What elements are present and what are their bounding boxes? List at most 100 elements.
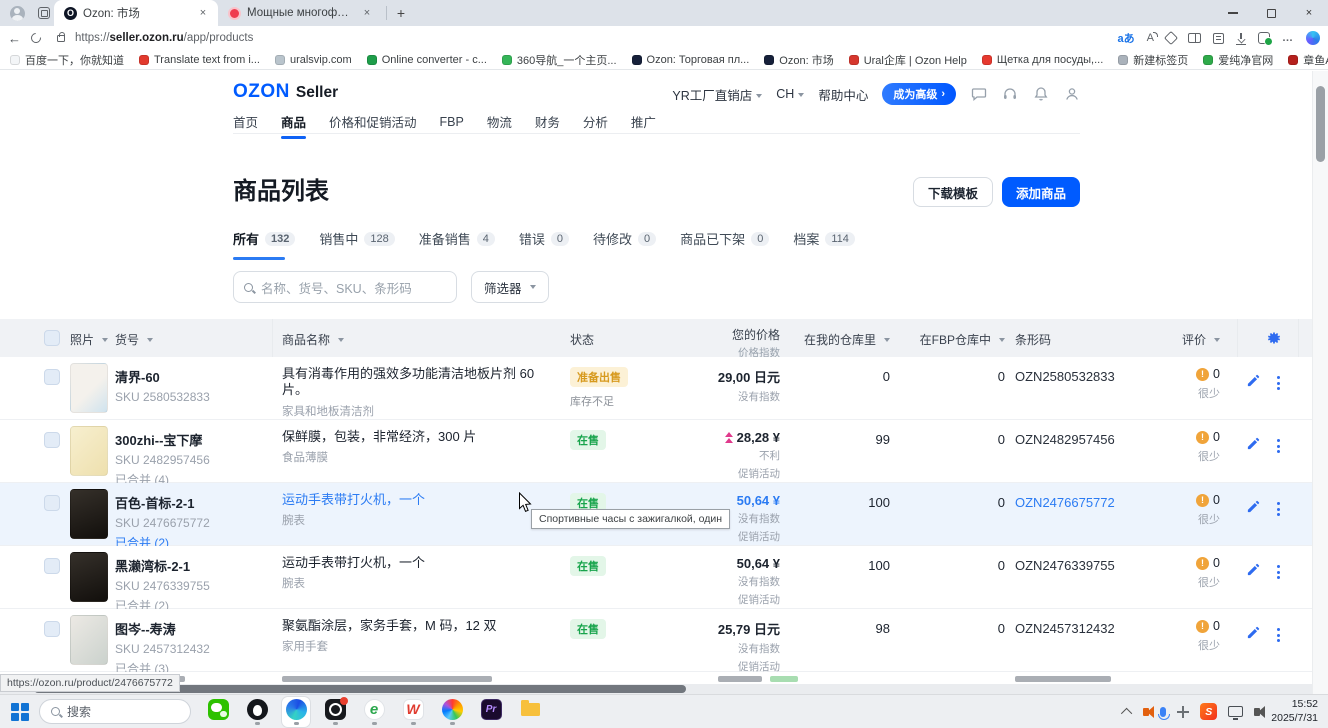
nav-item[interactable]: 推广 xyxy=(631,112,656,139)
speaker-icon[interactable] xyxy=(1143,708,1149,716)
filter-tab[interactable]: 错误 0 xyxy=(519,229,569,260)
barcode-value[interactable]: OZN2580532833 xyxy=(1015,369,1115,384)
taskbar-clock[interactable]: 15:522025/7/31 xyxy=(1271,698,1318,724)
row-menu-button[interactable] xyxy=(1277,565,1280,579)
product-name[interactable]: 运动手表带打火机，一个 xyxy=(282,492,554,508)
wechat-app-button[interactable] xyxy=(204,697,232,727)
bookmark-item[interactable]: 360导航_一个主页... xyxy=(502,52,617,68)
lock-icon[interactable] xyxy=(57,35,65,42)
column-name[interactable]: 商品名称 xyxy=(282,331,344,348)
filter-tab[interactable]: 档案 114 xyxy=(793,229,855,260)
edit-button[interactable] xyxy=(1246,436,1261,456)
filter-tab[interactable]: 所有 132 xyxy=(233,229,295,260)
refresh-button[interactable] xyxy=(29,31,43,45)
download-template-button[interactable]: 下载模板 xyxy=(913,177,993,207)
column-item-code[interactable]: 货号 xyxy=(115,331,153,348)
split-screen-icon[interactable] xyxy=(1188,33,1201,43)
barcode-value[interactable]: OZN2476339755 xyxy=(1015,558,1115,573)
bookmark-item[interactable]: Translate text from i... xyxy=(139,54,260,66)
select-all-checkbox[interactable] xyxy=(44,330,60,346)
store-selector[interactable]: YR工厂直销店 xyxy=(672,85,762,104)
premiere-app-button[interactable]: Pr xyxy=(477,697,505,727)
new-tab-button[interactable]: + xyxy=(391,3,411,23)
copilot-icon[interactable] xyxy=(1306,31,1320,45)
row-checkbox[interactable] xyxy=(44,621,60,637)
become-premium-button[interactable]: 成为高级› xyxy=(882,83,956,105)
product-name[interactable]: 聚氨酯涂层，家务手套，M 码，12 双 xyxy=(282,618,554,634)
edit-button[interactable] xyxy=(1246,499,1261,519)
browser-profile-button[interactable] xyxy=(7,3,27,23)
nav-item[interactable]: 财务 xyxy=(535,112,560,139)
read-aloud-icon[interactable]: A xyxy=(1147,32,1154,44)
filter-tab[interactable]: 商品已下架 0 xyxy=(680,229,769,260)
bookmark-item[interactable]: Ozon: 市场 xyxy=(764,52,833,68)
bookmark-item[interactable]: 章鱼AI xyxy=(1288,52,1328,68)
row-menu-button[interactable] xyxy=(1277,439,1280,453)
taskbar-search[interactable]: 搜索 xyxy=(39,699,191,724)
nav-item[interactable]: 分析 xyxy=(583,112,608,139)
vertical-scrollbar[interactable] xyxy=(1312,71,1328,694)
product-code[interactable]: 300zhi--宝下摩 xyxy=(115,430,265,449)
product-thumbnail[interactable] xyxy=(70,363,108,413)
file-explorer-button[interactable] xyxy=(516,697,544,727)
restore-button[interactable] xyxy=(1252,0,1290,26)
tab-workspaces-button[interactable] xyxy=(34,3,54,23)
ie-browser-button[interactable]: e xyxy=(360,697,388,727)
browser-tab-second[interactable]: Мощные многофункциональны × xyxy=(218,0,382,26)
row-checkbox[interactable] xyxy=(44,432,60,448)
help-center-link[interactable]: 帮助中心 xyxy=(818,85,868,104)
product-code[interactable]: 黑濑湾标-2-1 xyxy=(115,556,265,575)
price-value[interactable]: 50,64 ¥ xyxy=(737,556,780,571)
downloads-icon[interactable] xyxy=(1236,33,1246,43)
color-wheel-app-button[interactable] xyxy=(438,697,466,727)
browser-menu-icon[interactable]: … xyxy=(1282,32,1294,44)
filter-tab[interactable]: 准备销售 4 xyxy=(419,229,495,260)
bookmark-item[interactable]: Online converter - c... xyxy=(367,54,487,66)
filters-button[interactable]: 筛选器 xyxy=(471,271,549,303)
start-button[interactable] xyxy=(10,702,30,722)
promo-link[interactable]: 促销活动 xyxy=(630,529,780,544)
promo-link[interactable]: 促销活动 xyxy=(630,466,780,481)
language-selector[interactable]: CH xyxy=(776,87,804,101)
close-button[interactable]: × xyxy=(1290,0,1328,26)
bookmark-item[interactable]: uralsvip.com xyxy=(275,54,352,66)
product-thumbnail[interactable] xyxy=(70,426,108,476)
bookmark-item[interactable]: 爱纯净官网 xyxy=(1203,52,1273,68)
column-fbp-stock[interactable]: 在FBP仓库中 xyxy=(905,331,1005,348)
tray-expand-icon[interactable] xyxy=(1121,707,1132,718)
minimize-button[interactable] xyxy=(1214,0,1252,26)
edit-button[interactable] xyxy=(1246,373,1261,393)
product-thumbnail[interactable] xyxy=(70,552,108,602)
notifications-button[interactable] xyxy=(1032,86,1049,103)
barcode-value[interactable]: OZN2476675772 xyxy=(1015,495,1115,510)
price-value[interactable]: 50,64 ¥ xyxy=(737,493,780,508)
qq-app-button[interactable] xyxy=(243,697,271,727)
product-thumbnail[interactable] xyxy=(70,489,108,539)
volume-icon[interactable] xyxy=(1254,708,1260,716)
tab-close-icon[interactable]: × xyxy=(360,6,374,20)
chat-button[interactable] xyxy=(970,86,987,103)
filter-tab[interactable]: 销售中 128 xyxy=(319,229,394,260)
barcode-value[interactable]: OZN2457312432 xyxy=(1015,621,1115,636)
product-row[interactable]: 300zhi--宝下摩 SKU 2482957456 已合并 (4) 保鲜膜，包… xyxy=(0,420,1312,483)
capture-icon[interactable] xyxy=(1177,706,1189,718)
product-row[interactable]: 黑濑湾标-2-1 SKU 2476339755 已合并 (2) 运动手表带打火机… xyxy=(0,546,1312,609)
product-row[interactable]: 图岑--寿涛 SKU 2457312432 已合并 (3) 聚氨酯涂层，家务手套… xyxy=(0,609,1312,672)
translate-icon[interactable]: aあ xyxy=(1118,30,1135,46)
price-value[interactable]: 25,79 日元 xyxy=(718,619,780,638)
promo-link[interactable]: 促销活动 xyxy=(630,592,780,607)
product-code[interactable]: 百色-首标-2-1 xyxy=(115,493,265,512)
edit-button[interactable] xyxy=(1246,625,1261,645)
wps-app-button[interactable]: W xyxy=(399,697,427,727)
bookmark-item[interactable]: Ozon: Торговая пл... xyxy=(632,54,750,66)
row-checkbox[interactable] xyxy=(44,369,60,385)
microphone-icon[interactable] xyxy=(1160,707,1166,717)
search-input[interactable]: 名称、货号、SKU、条形码 xyxy=(233,271,457,303)
row-checkbox[interactable] xyxy=(44,495,60,511)
table-settings-button[interactable] xyxy=(1266,330,1282,349)
product-row[interactable]: 清界-60 SKU 2580532833 具有消毒作用的强效多功能清洁地板片剂 … xyxy=(0,357,1312,420)
product-thumbnail[interactable] xyxy=(70,615,108,665)
edit-button[interactable] xyxy=(1246,562,1261,582)
price-value[interactable]: 28,28 ¥ xyxy=(737,430,780,445)
product-code[interactable]: 图岑--寿涛 xyxy=(115,619,265,638)
